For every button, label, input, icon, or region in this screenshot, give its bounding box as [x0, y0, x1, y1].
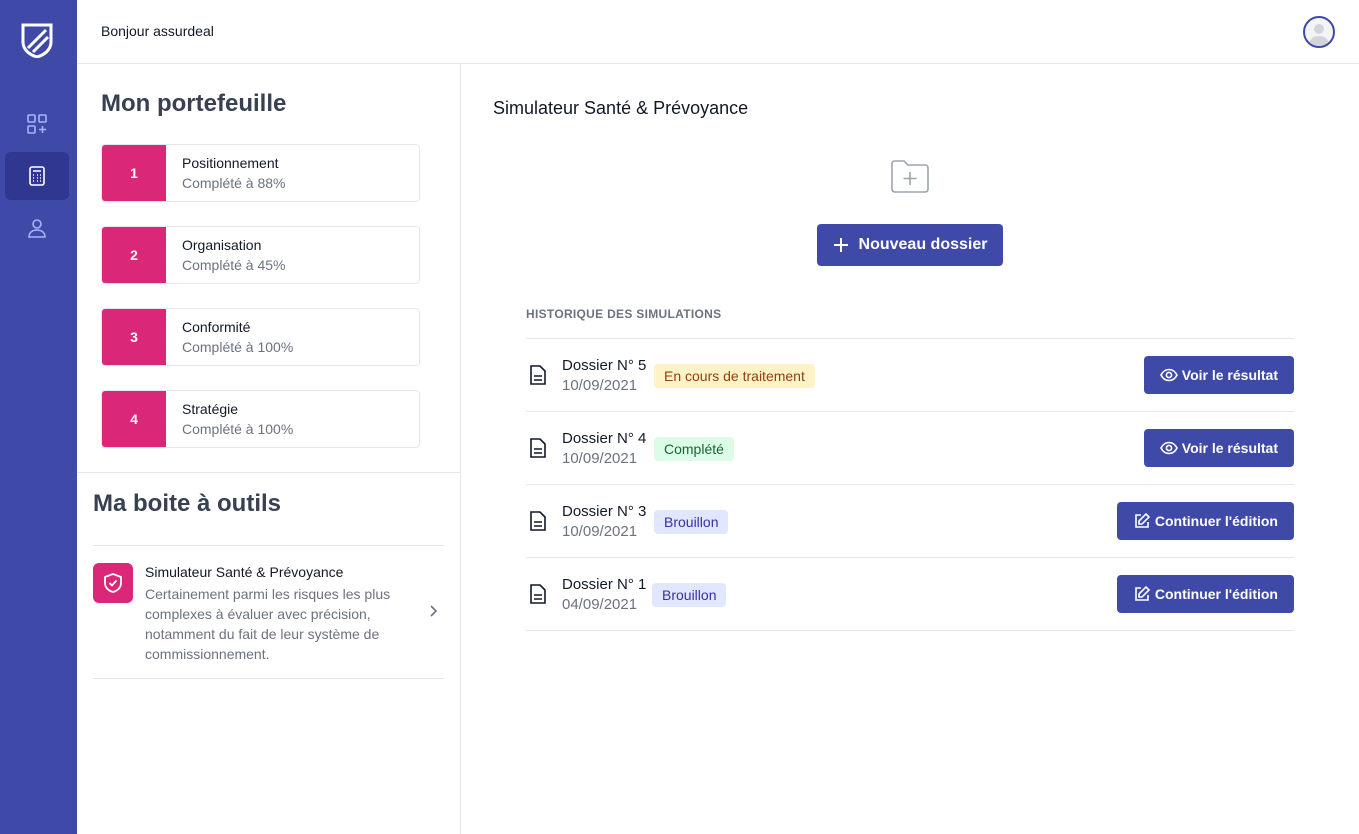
dossier-date: 10/09/2021: [562, 450, 638, 467]
action-label: Continuer l'édition: [1154, 513, 1278, 529]
portfolio-step[interactable]: 4 Stratégie Complété à 100%: [101, 390, 420, 448]
avatar-icon: [1309, 24, 1329, 46]
step-name: Positionnement: [182, 155, 279, 171]
calculator-icon: [29, 166, 45, 186]
header: Bonjour assurdeal: [77, 0, 1359, 64]
status-badge: Complété: [654, 437, 734, 461]
page-title: Simulateur Santé & Prévoyance: [493, 98, 749, 118]
toolbox-title: Ma boite à outils: [93, 490, 282, 517]
dossier-name: Dossier N° 1: [562, 576, 647, 593]
history-label: HISTORIQUE DES SIMULATIONS: [526, 307, 722, 321]
status-badge: Brouillon: [654, 510, 729, 534]
edit-icon: [1135, 512, 1151, 528]
step-status: Complété à 88%: [182, 175, 286, 191]
user-icon: [28, 219, 46, 238]
shield-icon: [93, 563, 133, 603]
portfolio-step[interactable]: 1 Positionnement Complété à 88%: [101, 144, 420, 202]
view-result-button[interactable]: Voir le résultat: [1143, 356, 1294, 394]
step-name: Stratégie: [182, 401, 239, 417]
new-dossier-button[interactable]: Nouveau dossier: [817, 224, 1003, 266]
greeting: Bonjour assurdeal: [101, 23, 214, 39]
status-badge: Brouillon: [652, 583, 727, 607]
list-item: Dossier N° 4 10/09/2021 Complété Voir le…: [526, 412, 1294, 485]
action-label: Continuer l'édition: [1154, 586, 1278, 602]
main-content: Simulateur Santé & Prévoyance Nouveau do…: [461, 64, 1359, 834]
eye-icon: [1159, 368, 1178, 382]
left-panel: Mon portefeuille 1 Positionnement Complé…: [77, 64, 461, 834]
eye-icon: [1159, 441, 1178, 455]
step-number: 3: [102, 309, 166, 365]
continue-edit-button[interactable]: Continuer l'édition: [1116, 575, 1294, 613]
document-icon: [530, 365, 546, 385]
continue-edit-button[interactable]: Continuer l'édition: [1116, 502, 1294, 540]
action-label: Voir le résultat: [1181, 367, 1278, 383]
step-name: Conformité: [182, 319, 251, 335]
step-status: Complété à 100%: [182, 421, 294, 437]
view-result-button[interactable]: Voir le résultat: [1143, 429, 1294, 467]
step-number: 4: [102, 391, 166, 447]
section-divider: [77, 472, 460, 473]
list-item: Dossier N° 1 04/09/2021 Brouillon Contin…: [526, 558, 1294, 631]
sidebar: [0, 0, 77, 834]
dossier-date: 10/09/2021: [562, 377, 638, 394]
action-label: Voir le résultat: [1181, 440, 1278, 456]
dossier-date: 04/09/2021: [562, 596, 638, 613]
list-item: Dossier N° 3 10/09/2021 Brouillon Contin…: [526, 485, 1294, 558]
dossier-name: Dossier N° 3: [562, 503, 647, 520]
list-item: Dossier N° 5 10/09/2021 En cours de trai…: [526, 339, 1294, 412]
portfolio-title: Mon portefeuille: [101, 90, 287, 117]
document-icon: [530, 438, 546, 458]
portfolio-step[interactable]: 2 Organisation Complété à 45%: [101, 226, 420, 284]
chevron-right-icon: [430, 605, 438, 617]
document-icon: [530, 584, 546, 604]
edit-icon: [1135, 585, 1151, 601]
plus-icon: [833, 238, 848, 252]
tool-item-simulator[interactable]: Simulateur Santé & Prévoyance Certaineme…: [93, 545, 444, 679]
step-status: Complété à 45%: [182, 257, 286, 273]
nav-dashboard[interactable]: [5, 100, 69, 148]
dossier-name: Dossier N° 4: [562, 430, 647, 447]
new-dossier-label: Nouveau dossier: [858, 236, 988, 253]
nav-profile[interactable]: [5, 204, 69, 252]
step-name: Organisation: [182, 237, 262, 253]
history-list: Dossier N° 5 10/09/2021 En cours de trai…: [526, 338, 1294, 631]
avatar[interactable]: [1303, 16, 1335, 48]
dashboard-icon: [27, 114, 47, 134]
nav-calculator[interactable]: [5, 152, 69, 200]
status-badge: En cours de traitement: [654, 364, 815, 388]
tool-description: Certainement parmi les risques les plus …: [145, 586, 391, 662]
dossier-date: 10/09/2021: [562, 523, 638, 540]
step-status: Complété à 100%: [182, 339, 294, 355]
document-icon: [530, 511, 546, 531]
step-number: 1: [102, 145, 166, 201]
tool-name: Simulateur Santé & Prévoyance: [145, 564, 344, 580]
logo-icon[interactable]: [20, 22, 54, 58]
portfolio-step[interactable]: 3 Conformité Complété à 100%: [101, 308, 420, 366]
folder-add-icon: [891, 160, 929, 193]
step-number: 2: [102, 227, 166, 283]
dossier-name: Dossier N° 5: [562, 357, 647, 374]
